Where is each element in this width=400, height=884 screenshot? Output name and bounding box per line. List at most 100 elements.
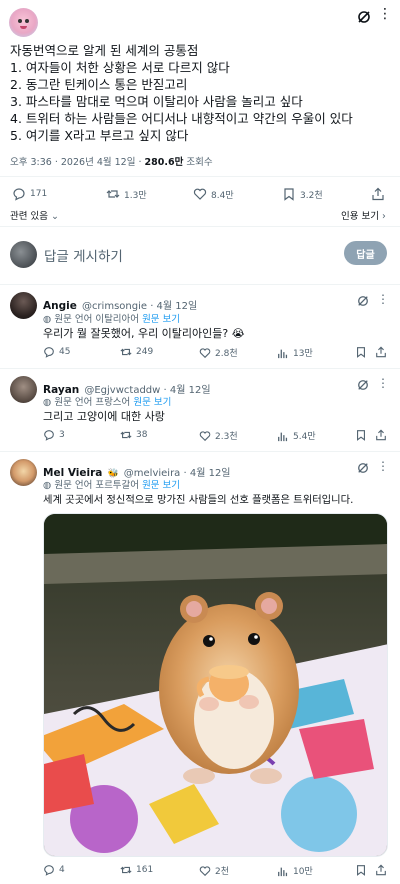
divider xyxy=(0,284,400,285)
attached-photo[interactable] xyxy=(43,513,388,857)
grok-icon[interactable] xyxy=(357,379,369,391)
views-button[interactable]: 5.4만 xyxy=(277,429,316,442)
tweet-time[interactable]: 오후 3:36 · 2026년 4월 12일 · xyxy=(10,157,145,168)
reply-button[interactable]: 3 xyxy=(43,429,65,441)
views-count: 280.6만 xyxy=(144,157,184,168)
reply-count: 3 xyxy=(59,430,65,440)
reply-button[interactable]: 4 xyxy=(43,864,65,876)
retweet-count: 1.3만 xyxy=(124,190,147,201)
divider xyxy=(0,176,400,177)
bookmark-count: 3.2천 xyxy=(300,190,323,201)
show-original-link[interactable]: 원문 보기 xyxy=(142,314,180,325)
tweet-text-line: 2. 동그란 틴케이스 통은 반짇고리 xyxy=(10,77,188,92)
heart-icon xyxy=(199,430,211,442)
translation-note: ◍ 원문 언어 프랑스어 원문 보기 xyxy=(43,394,171,408)
reply-text: 세계 곳곳에서 정신적으로 망가진 사람들의 선호 플랫폼은 트위터입니다. xyxy=(43,494,354,506)
retweet-icon xyxy=(106,187,120,201)
reply-text: 우리가 뭘 잘못했어, 우리 이탈리아인들? 😭 xyxy=(43,327,245,340)
tweet-text-line: 5. 여기를 X라고 부르고 싶지 않다 xyxy=(10,128,189,143)
translation-note-text: 원문 언어 포르투갈어 xyxy=(54,480,140,491)
more-icon[interactable]: ⋮ xyxy=(378,7,392,21)
like-count: 2천 xyxy=(215,867,230,877)
views-button[interactable]: 13만 xyxy=(277,346,313,359)
avatar[interactable] xyxy=(10,292,37,319)
more-icon[interactable]: ⋮ xyxy=(377,376,389,390)
bookmark-button[interactable]: 3.2천 xyxy=(282,187,323,201)
like-button[interactable]: 2천 xyxy=(199,864,229,877)
my-avatar xyxy=(10,241,37,268)
translation-note-text: 원문 언어 이탈리아어 xyxy=(54,314,140,325)
like-count: 8.4만 xyxy=(211,190,234,201)
divider xyxy=(0,451,400,452)
bookmark-icon[interactable] xyxy=(355,864,367,876)
heart-icon xyxy=(193,187,207,201)
tweet-text-line: 1. 여자들이 처한 상황은 서로 다르지 않다 xyxy=(10,60,230,75)
hamster-photo-illustration xyxy=(44,514,387,856)
views-button[interactable]: 10만 xyxy=(277,864,313,877)
avatar[interactable] xyxy=(10,376,37,403)
more-icon[interactable]: ⋮ xyxy=(377,459,389,473)
show-original-link[interactable]: 원문 보기 xyxy=(133,397,171,408)
translation-note: ◍ 원문 언어 이탈리아어 원문 보기 xyxy=(43,311,180,325)
translate-icon: ◍ xyxy=(43,314,52,325)
bookmark-icon[interactable] xyxy=(355,429,367,441)
analytics-icon xyxy=(277,430,289,442)
author-avatar[interactable] xyxy=(9,8,38,37)
views-count: 13만 xyxy=(293,349,313,359)
divider xyxy=(0,368,400,369)
heart-icon xyxy=(199,865,211,877)
reply-button[interactable]: 45 xyxy=(43,346,70,358)
quotes-label: 인용 보기 xyxy=(341,211,379,222)
divider xyxy=(0,226,400,227)
translate-icon: ◍ xyxy=(43,480,52,491)
grok-icon[interactable] xyxy=(357,462,369,474)
avatar[interactable] xyxy=(10,459,37,486)
related-dropdown[interactable]: 관련 있음 ⌄ xyxy=(10,208,59,222)
reply-icon xyxy=(43,346,55,358)
reply-composer-input[interactable]: 답글 게시하기 xyxy=(44,245,123,265)
like-button[interactable]: 2.8천 xyxy=(199,346,238,359)
reply-text: 그리고 고양이에 대한 사랑 xyxy=(43,410,165,423)
retweet-button[interactable]: 249 xyxy=(120,346,153,358)
reply-submit-button[interactable]: 답글 xyxy=(344,241,387,265)
tweet-text-line: 4. 트위터 하는 사람들은 어디서나 내향적이고 약간의 우울이 있다 xyxy=(10,111,353,126)
bookmark-icon xyxy=(282,187,296,201)
retweet-button[interactable]: 38 xyxy=(120,429,147,441)
retweet-button[interactable]: 1.3만 xyxy=(106,187,147,201)
retweet-button[interactable]: 161 xyxy=(120,864,153,876)
reply-count: 45 xyxy=(59,347,71,357)
retweet-count: 38 xyxy=(136,430,148,440)
retweet-count: 161 xyxy=(136,865,154,875)
tweet-text-line: 3. 파스타를 맘대로 먹으며 이탈리아 사람을 놀리고 싶다 xyxy=(10,94,303,109)
analytics-icon xyxy=(277,347,289,359)
views-label: 조회수 xyxy=(183,157,213,168)
reply-button[interactable]: 171 xyxy=(12,187,47,201)
views-count: 5.4만 xyxy=(293,432,316,442)
like-button[interactable]: 2.3천 xyxy=(199,429,238,442)
grok-icon[interactable] xyxy=(357,10,371,24)
translation-note: ◍ 원문 언어 포르투갈어 원문 보기 xyxy=(43,477,180,491)
reply-count: 171 xyxy=(30,189,48,199)
show-original-link[interactable]: 원문 보기 xyxy=(142,480,180,491)
share-icon[interactable] xyxy=(375,346,387,358)
translation-note-text: 원문 언어 프랑스어 xyxy=(54,397,131,408)
heart-icon xyxy=(199,347,211,359)
like-count: 2.8천 xyxy=(215,349,238,359)
retweet-icon xyxy=(120,346,132,358)
tweet-text-line: 자동번역으로 알게 된 세계의 공통점 xyxy=(10,43,199,58)
grok-icon[interactable] xyxy=(357,295,369,307)
more-icon[interactable]: ⋮ xyxy=(377,292,389,306)
like-button[interactable]: 8.4만 xyxy=(193,187,234,201)
translate-icon: ◍ xyxy=(43,397,52,408)
chevron-down-icon: ⌄ xyxy=(47,211,59,222)
share-icon[interactable] xyxy=(375,864,387,876)
like-count: 2.3천 xyxy=(215,432,238,442)
retweet-icon xyxy=(120,864,132,876)
share-icon[interactable] xyxy=(371,187,385,201)
bookmark-icon[interactable] xyxy=(355,346,367,358)
reply-icon xyxy=(43,429,55,441)
quotes-link[interactable]: 인용 보기 › xyxy=(341,208,386,222)
retweet-count: 249 xyxy=(136,347,154,357)
reply-icon xyxy=(12,187,26,201)
share-icon[interactable] xyxy=(375,429,387,441)
